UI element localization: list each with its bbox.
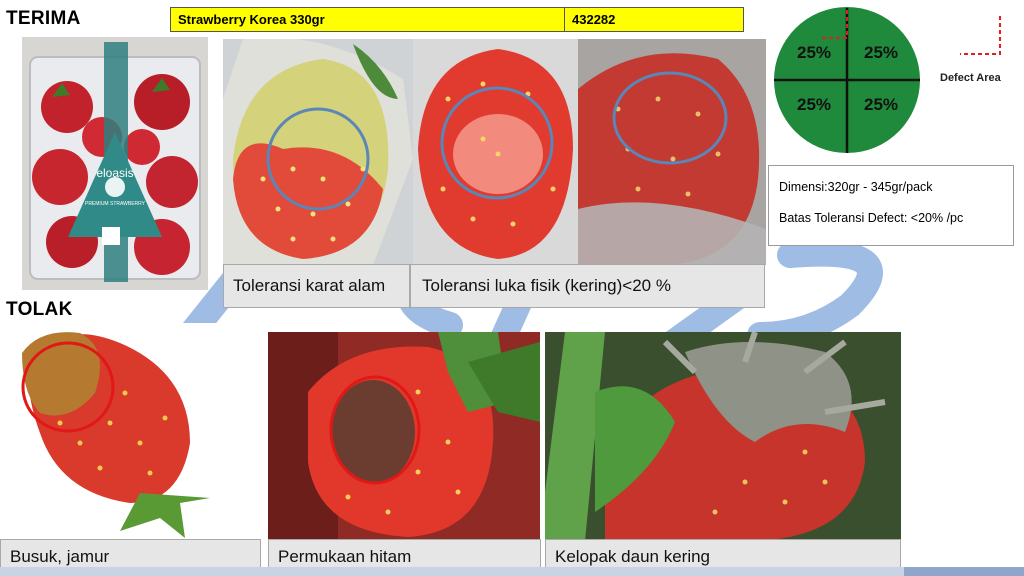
accept-photo-physical-damage-2	[578, 39, 766, 265]
accept-photo-natural-rust	[223, 39, 413, 265]
quadrant-top-right: 25%	[864, 43, 898, 62]
accept-section-title: TERIMA	[6, 8, 81, 29]
spec-dimension: Dimensi:320gr - 345gr/pack	[779, 180, 933, 194]
accept-caption-physical-damage: Toleransi luka fisik (kering)<20 %	[410, 264, 765, 308]
footer-strip	[0, 567, 1024, 576]
package-photo: eloasis PREMIUM STRAWBERRY	[22, 37, 208, 290]
reject-photo-black-surface	[268, 332, 540, 541]
quadrant-top-left: 25%	[797, 43, 831, 62]
reject-photo-dry-sepal	[545, 332, 901, 541]
footer-strip-accent	[904, 567, 1024, 576]
product-header-bar: Strawberry Korea 330gr 432282	[170, 7, 744, 32]
svg-text:PREMIUM STRAWBERRY: PREMIUM STRAWBERRY	[85, 201, 146, 207]
quadrant-bottom-left: 25%	[797, 95, 831, 114]
product-name: Strawberry Korea 330gr	[171, 8, 565, 31]
product-code: 432282	[572, 12, 616, 27]
reject-section-title: TOLAK	[6, 299, 73, 320]
accept-photo-physical-damage-1	[413, 39, 578, 265]
accept-caption-natural-rust: Toleransi karat alam	[223, 264, 410, 308]
spec-tolerance: Batas Toleransi Defect: <20% /pc	[779, 211, 964, 225]
svg-text:eloasis: eloasis	[96, 166, 133, 180]
reject-photo-rot	[0, 323, 262, 541]
spec-info-box: Dimensi:320gr - 345gr/pack Batas Toleran…	[768, 165, 1014, 246]
quadrant-bottom-right: 25%	[864, 95, 898, 114]
defect-area-legend: Defect Area	[940, 72, 1001, 84]
